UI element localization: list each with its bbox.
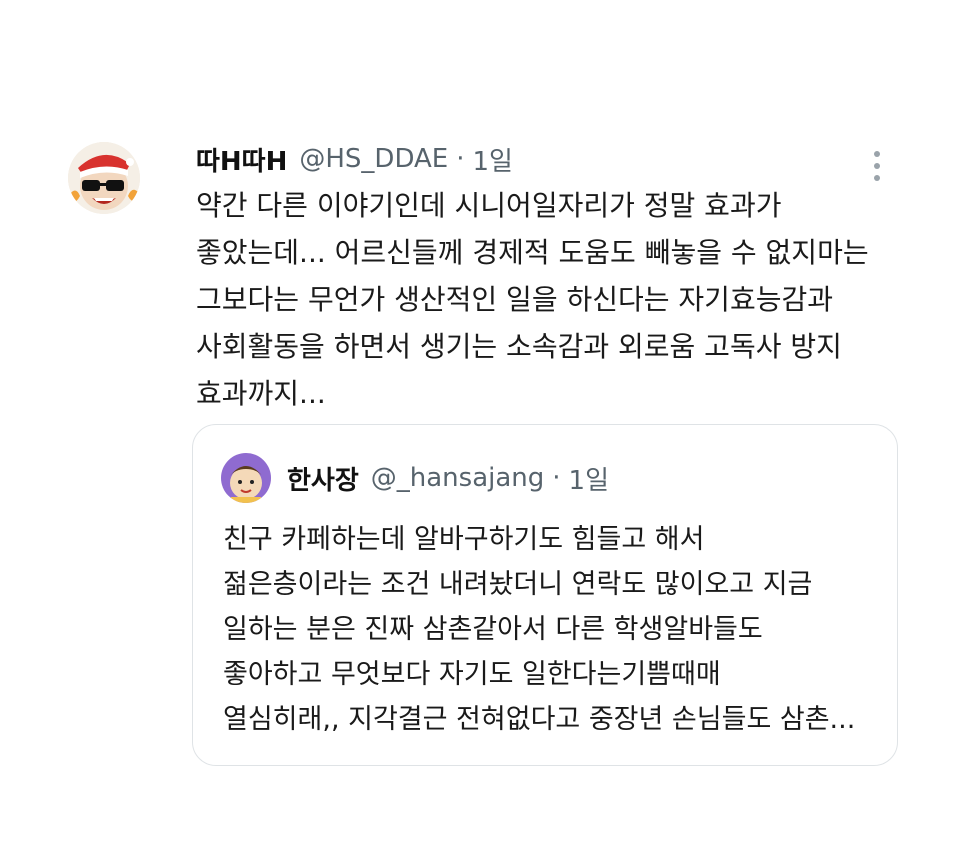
quoted-display-name[interactable]: 한사장 (287, 460, 359, 497)
tweet-text-line: 효과까지... (196, 377, 326, 410)
separator-dot: · (552, 463, 561, 493)
quoted-user-handle[interactable]: @_hansajang (371, 463, 545, 493)
more-options-button[interactable] (862, 146, 892, 186)
quoted-timestamp[interactable]: 1일 (569, 460, 609, 497)
quoted-text-line: 일하는 분은 진짜 삼촌같아서 다른 학생알바들도 (223, 614, 763, 645)
quoted-text-line: 좋아하고 무엇보다 자기도 일한다는기쁨때매 (223, 659, 721, 690)
tweet-text-line: 좋았는데... 어르신들께 경제적 도움도 빼놓을 수 없지마는 (196, 236, 869, 269)
quoted-text-line: 젊은층이라는 조건 내려놨더니 연락도 많이오고 지금 (223, 569, 813, 600)
timestamp[interactable]: 1일 (473, 141, 513, 178)
quoted-user-avatar[interactable] (221, 453, 271, 503)
quoted-tweet-text: 친구 카페하는데 알바구하기도 힘들고 해서 젊은층이라는 조건 내려놨더니 연… (223, 517, 883, 742)
tweet-text-line: 사회활동을 하면서 생기는 소속감과 외로움 고독사 방지 (196, 330, 842, 363)
quoted-text-line: 친구 카페하는데 알바구하기도 힘들고 해서 (223, 524, 705, 555)
tweet-text-line: 그보다는 무언가 생산적인 일을 하신다는 자기효능감과 (196, 283, 833, 316)
tweet-text: 약간 다른 이야기인데 시니어일자리가 정말 효과가 좋았는데... 어르신들께… (196, 182, 876, 417)
quoted-text-line: 열심히래,, 지각결근 전혀없다고 중장년 손님들도 삼촌... (223, 704, 856, 735)
tweet-header: 따H따H @HS_DDAE · 1일 (196, 140, 513, 178)
user-handle[interactable]: @HS_DDAE (299, 144, 448, 174)
cartoon-avatar-purple-icon (221, 453, 271, 503)
tweet-text-line: 약간 다른 이야기인데 시니어일자리가 정말 효과가 (196, 189, 782, 222)
separator-dot: · (456, 144, 465, 174)
user-avatar[interactable] (68, 142, 140, 214)
quoted-tweet-header: 한사장 @_hansajang · 1일 (287, 459, 609, 497)
quoted-tweet-card[interactable]: 한사장 @_hansajang · 1일 친구 카페하는데 알바구하기도 힘들고… (192, 424, 898, 766)
display-name[interactable]: 따H따H (196, 141, 287, 178)
tweet[interactable]: 따H따H @HS_DDAE · 1일 약간 다른 이야기인데 시니어일자리가 정… (0, 0, 966, 858)
more-vertical-icon (874, 151, 880, 181)
cartoon-santa-sunglasses-avatar-icon (68, 142, 140, 214)
